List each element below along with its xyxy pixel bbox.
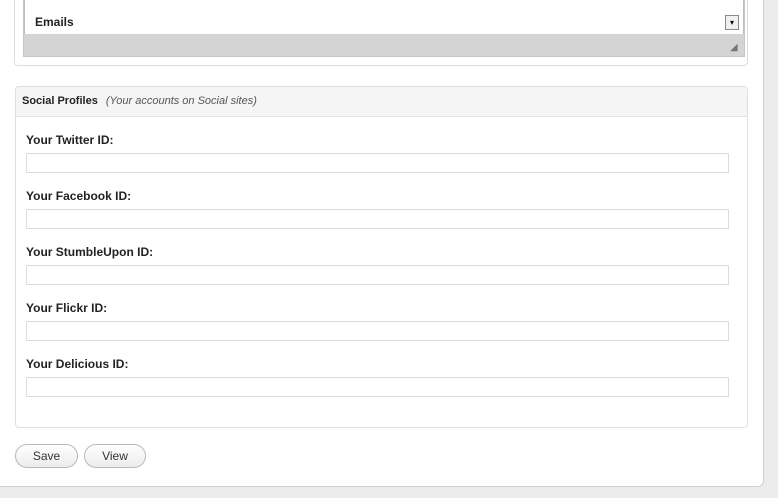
social-profiles-header: Social Profiles (Your accounts on Social…: [16, 87, 747, 117]
delicious-field: Your Delicious ID:: [26, 357, 729, 397]
view-button[interactable]: View: [84, 444, 146, 468]
emails-textarea-content: Emails ▾: [24, 0, 744, 34]
flickr-label: Your Flickr ID:: [26, 301, 108, 315]
emails-textarea[interactable]: Emails ▾ ◢: [23, 0, 745, 57]
twitter-id-input[interactable]: [26, 153, 729, 173]
stumbleupon-field: Your StumbleUpon ID:: [26, 245, 729, 285]
scroll-down-arrow-icon[interactable]: ▾: [725, 15, 739, 30]
section-title: Social Profiles: [22, 95, 98, 107]
section-subtitle: (Your accounts on Social sites): [105, 95, 257, 107]
delicious-id-input[interactable]: [26, 377, 729, 397]
facebook-field: Your Facebook ID:: [26, 189, 729, 229]
twitter-label: Your Twitter ID:: [26, 133, 114, 147]
stumbleupon-id-input[interactable]: [26, 265, 729, 285]
emails-section: Emails ▾ ◢: [14, 0, 748, 66]
facebook-label: Your Facebook ID:: [26, 189, 132, 203]
resize-grip-icon[interactable]: ◢: [730, 43, 740, 53]
social-profiles-box: Social Profiles (Your accounts on Social…: [15, 86, 748, 428]
delicious-label: Your Delicious ID:: [26, 357, 129, 371]
emails-label: Emails: [35, 15, 74, 29]
flickr-id-input[interactable]: [26, 321, 729, 341]
stumbleupon-label: Your StumbleUpon ID:: [26, 245, 154, 259]
save-button[interactable]: Save: [15, 444, 78, 468]
facebook-id-input[interactable]: [26, 209, 729, 229]
twitter-field: Your Twitter ID:: [26, 133, 729, 173]
form-panel: Emails ▾ ◢ Social Profiles (Your account…: [0, 0, 764, 487]
flickr-field: Your Flickr ID:: [26, 301, 729, 341]
